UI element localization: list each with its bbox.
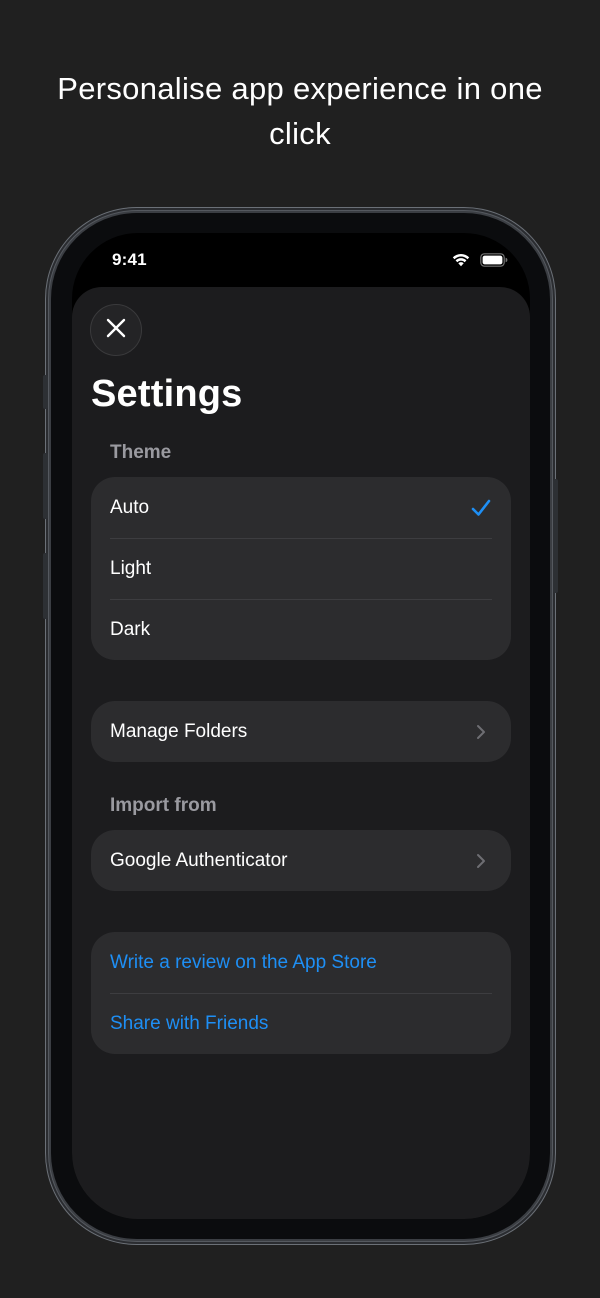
battery-icon (480, 252, 508, 272)
import-source-label: Google Authenticator (110, 849, 288, 871)
settings-sheet: Settings Theme Auto Light Dark Manage Fo… (72, 287, 530, 1219)
phone-power-button (553, 479, 558, 593)
share-with-friends-label: Share with Friends (110, 1012, 269, 1034)
links-group: Write a review on the App Store Share wi… (91, 932, 511, 1054)
import-section-label: Import from (110, 795, 217, 816)
page-title: Settings (91, 373, 243, 415)
manage-folders-group: Manage Folders (91, 701, 511, 762)
phone-volume-up-button (43, 453, 48, 519)
phone-action-button (43, 375, 48, 409)
phone-frame: 9:41 Settings Theme Auto Light Dark Mana… (43, 213, 558, 1239)
manage-folders-label: Manage Folders (110, 720, 248, 742)
theme-option-label: Auto (110, 496, 150, 518)
screenshot-page: Personalise app experience in one click … (0, 0, 600, 1298)
chevron-right-icon (470, 850, 492, 872)
import-google-authenticator-row[interactable]: Google Authenticator (91, 830, 511, 891)
manage-folders-row[interactable]: Manage Folders (91, 701, 511, 762)
theme-option-auto[interactable]: Auto (91, 477, 511, 538)
chevron-right-icon (470, 721, 492, 743)
share-with-friends-link[interactable]: Share with Friends (91, 993, 511, 1054)
wifi-icon (451, 252, 471, 272)
status-bar: 9:41 (72, 233, 530, 287)
checkmark-icon (470, 497, 492, 519)
import-group: Google Authenticator (91, 830, 511, 891)
write-review-link[interactable]: Write a review on the App Store (91, 932, 511, 993)
theme-options-group: Auto Light Dark (91, 477, 511, 660)
phone-volume-down-button (43, 553, 48, 619)
write-review-label: Write a review on the App Store (110, 951, 377, 973)
theme-option-label: Light (110, 557, 152, 579)
theme-option-light[interactable]: Light (91, 538, 511, 599)
close-icon (105, 317, 127, 344)
status-icons (451, 252, 508, 272)
close-button[interactable] (90, 304, 142, 356)
theme-section-label: Theme (110, 442, 172, 463)
phone-screen: 9:41 Settings Theme Auto Light Dark Mana… (72, 233, 530, 1219)
promo-headline: Personalise app experience in one click (57, 71, 543, 151)
theme-option-label: Dark (110, 618, 151, 640)
theme-option-dark[interactable]: Dark (91, 599, 511, 660)
status-time: 9:41 (112, 250, 147, 269)
